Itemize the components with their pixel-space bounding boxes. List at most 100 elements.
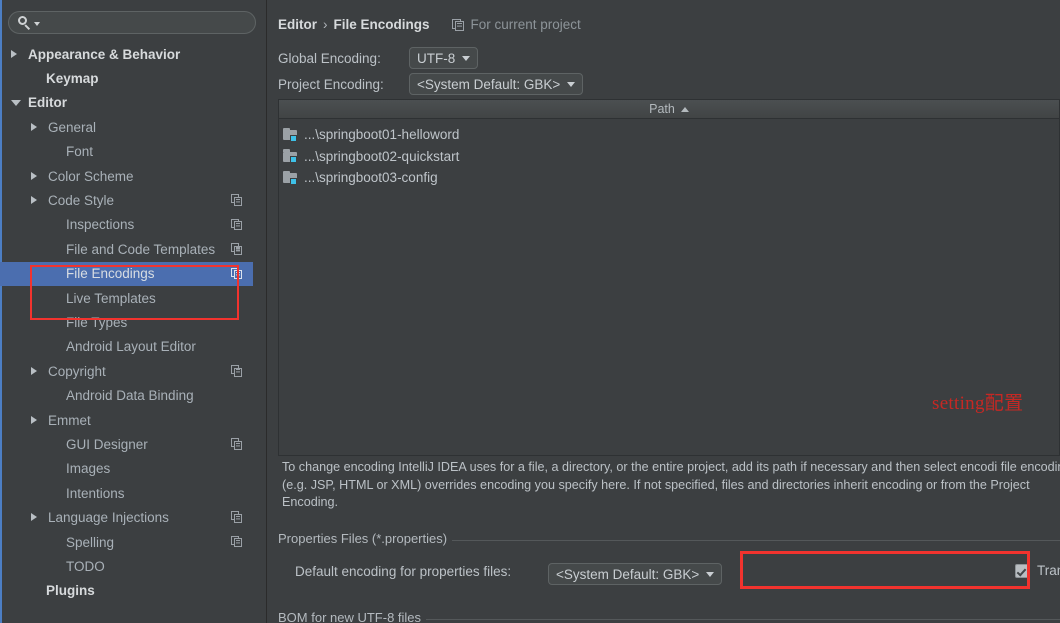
table-row[interactable]: ...\springboot02-quickstart — [279, 146, 1059, 168]
module-folder-icon — [283, 127, 300, 142]
project-encoding-combo[interactable]: <System Default: GBK> — [409, 73, 584, 95]
chevron-right-icon[interactable] — [31, 367, 37, 376]
copy-settings-icon[interactable] — [231, 511, 243, 523]
table-cell-path: ...\springboot02-quickstart — [304, 148, 460, 164]
global-encoding-label: Global Encoding: — [278, 51, 381, 66]
sidebar-item-keymap[interactable]: Keymap — [0, 66, 253, 90]
properties-group-title: Properties Files (*.properties) — [278, 531, 453, 546]
sidebar-item-label: Emmet — [48, 412, 91, 428]
chevron-right-icon[interactable] — [31, 415, 37, 424]
sidebar-item-label: Inspections — [66, 217, 135, 233]
scope-label: For current project — [470, 17, 581, 32]
checkbox-checked-icon[interactable] — [1015, 563, 1029, 578]
global-encoding-combo[interactable]: UTF-8 — [409, 47, 479, 69]
copy-settings-icon[interactable] — [231, 243, 243, 255]
chevron-right-icon[interactable] — [11, 50, 17, 58]
sidebar-item-label: Live Templates — [66, 290, 156, 306]
sidebar-item-live-templates[interactable]: Live Templates — [0, 286, 253, 310]
sidebar-item-label: TODO — [66, 558, 105, 574]
breadcrumb: Editor › File Encodings For current proj… — [278, 17, 581, 32]
sidebar-item-label: Appearance & Behavior — [28, 46, 181, 62]
sidebar-item-label: Plugins — [46, 583, 95, 599]
encodings-table[interactable]: Path ...\springboot01-helloword ...\sprin… — [278, 99, 1060, 456]
chevron-down-icon — [567, 81, 576, 87]
chevron-down-icon[interactable] — [34, 22, 40, 26]
module-folder-icon — [283, 170, 300, 185]
search-input[interactable] — [8, 11, 256, 34]
sidebar-item-label: Editor — [28, 95, 67, 111]
annotation-text: setting配置 — [932, 393, 1024, 414]
file-encodings-panel: Editor › File Encodings For current proj… — [268, 0, 1060, 623]
sidebar-item-file-types[interactable]: File Types — [0, 310, 253, 334]
sidebar-item-label: GUI Designer — [66, 436, 148, 452]
sidebar-item-label: Language Injections — [48, 510, 169, 526]
chevron-down-icon — [462, 55, 471, 61]
sidebar-item-emmet[interactable]: Emmet — [0, 408, 253, 432]
sidebar-item-label: Copyright — [48, 363, 106, 379]
copy-settings-icon[interactable] — [231, 365, 243, 377]
sidebar-item-label: Font — [66, 144, 94, 160]
sidebar-item-label: File and Code Templates — [66, 241, 216, 257]
sidebar-scrollbar-track[interactable] — [253, 42, 516, 623]
breadcrumb-separator: › — [323, 17, 328, 32]
table-row[interactable]: ...\springboot01-helloword — [279, 124, 1059, 146]
sidebar-item-label: General — [48, 119, 97, 135]
project-encoding-value: <System Default: GBK> — [417, 76, 561, 92]
sidebar-item-color-scheme[interactable]: Color Scheme — [0, 164, 253, 188]
bom-group-title: BOM for new UTF-8 files — [278, 610, 427, 623]
sidebar-item-label: File Encodings — [66, 266, 155, 282]
sidebar-item-label: Spelling — [66, 534, 115, 550]
chevron-right-icon[interactable] — [31, 513, 37, 522]
sidebar-item-file-and-code-templates[interactable]: File and Code Templates — [0, 237, 253, 261]
copy-settings-icon[interactable] — [231, 218, 243, 231]
sidebar-item-android-layout-editor[interactable]: Android Layout Editor — [0, 335, 253, 359]
sidebar-item-label: Intentions — [66, 485, 125, 501]
sidebar-item-editor[interactable]: Editor — [0, 91, 253, 115]
sidebar-item-spelling[interactable]: Spelling — [0, 530, 253, 554]
sidebar-item-language-injections[interactable]: Language Injections — [0, 505, 253, 529]
sidebar-item-todo[interactable]: TODO — [0, 554, 253, 578]
copy-settings-icon[interactable] — [231, 194, 243, 206]
sidebar-item-android-data-binding[interactable]: Android Data Binding — [0, 383, 253, 407]
sidebar-item-images[interactable]: Images — [0, 457, 253, 481]
sidebar-item-copyright[interactable]: Copyright — [0, 359, 253, 383]
table-cell-path: ...\springboot01-helloword — [304, 127, 460, 143]
table-column-header-path[interactable]: Path — [279, 100, 1059, 119]
sidebar-item-gui-designer[interactable]: GUI Designer — [0, 432, 253, 456]
copy-settings-icon[interactable] — [231, 267, 243, 280]
checkbox-label: Transparent native-to-ascii conversion — [1037, 563, 1060, 578]
default-properties-encoding-value: <System Default: GBK> — [556, 566, 700, 582]
table-cell-path: ...\springboot03-config — [304, 170, 438, 186]
sidebar-item-label: Android Data Binding — [66, 388, 194, 404]
sidebar-item-code-style[interactable]: Code Style — [0, 188, 253, 212]
module-folder-icon — [283, 149, 300, 164]
sort-ascending-icon — [680, 106, 689, 112]
chevron-right-icon[interactable] — [31, 196, 37, 205]
breadcrumb-current: File Encodings — [333, 17, 430, 32]
breadcrumb-parent[interactable]: Editor — [278, 17, 317, 32]
settings-sidebar: Appearance & Behavior Keymap Editor General… — [0, 0, 516, 623]
sidebar-item-inspections[interactable]: Inspections — [0, 213, 253, 237]
chevron-right-icon[interactable] — [31, 171, 37, 180]
copy-scope-icon — [451, 18, 465, 31]
copy-settings-icon[interactable] — [231, 535, 243, 548]
sidebar-item-plugins[interactable]: Plugins — [0, 579, 253, 603]
sidebar-item-label: Android Layout Editor — [66, 339, 196, 355]
sidebar-item-appearance-behavior[interactable]: Appearance & Behavior — [0, 42, 253, 66]
sidebar-item-general[interactable]: General — [0, 115, 253, 139]
sidebar-item-label: Images — [66, 461, 111, 477]
sidebar-search[interactable] — [8, 11, 256, 34]
transparent-native-to-ascii-checkbox[interactable]: Transparent native-to-ascii conversion — [1015, 563, 1060, 578]
default-properties-encoding-combo[interactable]: <System Default: GBK> — [548, 563, 723, 585]
table-body[interactable]: ...\springboot01-helloword ...\springboot… — [279, 124, 1059, 189]
global-encoding-value: UTF-8 — [417, 50, 456, 66]
sidebar-item-font[interactable]: Font — [0, 140, 253, 164]
settings-tree[interactable]: Appearance & Behavior Keymap Editor General… — [0, 42, 253, 603]
sidebar-item-file-encodings[interactable]: File Encodings — [0, 261, 253, 286]
sidebar-item-intentions[interactable]: Intentions — [0, 481, 253, 505]
chevron-down-icon[interactable] — [11, 100, 21, 107]
table-row[interactable]: ...\springboot03-config — [279, 167, 1059, 189]
copy-settings-icon[interactable] — [231, 438, 243, 450]
chevron-right-icon[interactable] — [31, 123, 37, 132]
chevron-down-icon — [706, 571, 715, 577]
